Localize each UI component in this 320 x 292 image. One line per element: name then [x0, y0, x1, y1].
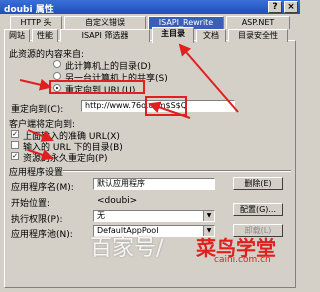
- checkbox-permanent-redirect[interactable]: ✓: [11, 152, 19, 160]
- remove-button[interactable]: 删除(E): [233, 177, 283, 190]
- tab-home-directory[interactable]: 主目录: [152, 27, 194, 43]
- highlight-redirect-radio: [49, 80, 145, 94]
- tab-directory-security[interactable]: 目录安全性: [228, 29, 288, 42]
- tab-website[interactable]: 网站: [4, 29, 30, 42]
- redirect-to-label: 重定向到(C):: [11, 105, 64, 115]
- configure-button[interactable]: 配置(G)...: [233, 203, 283, 216]
- app-settings-divider: [63, 170, 291, 172]
- app-name-label: 应用程序名(M):: [11, 183, 74, 193]
- chevron-down-icon[interactable]: ▼: [203, 211, 214, 221]
- watermark-baijiahao: 百家号/: [90, 236, 164, 261]
- tab-performance[interactable]: 性能: [32, 29, 58, 42]
- checkbox-permanent-redirect-label: 资源的永久重定向(P): [23, 154, 108, 164]
- radio-network-share[interactable]: [53, 72, 61, 80]
- app-name-input[interactable]: 默认应用程序: [93, 178, 215, 190]
- title-bar: doubi 属性 ? ×: [0, 0, 300, 15]
- start-position-label: 开始位置:: [11, 199, 51, 209]
- app-settings-label: 应用程序设置: [9, 168, 64, 178]
- execute-permissions-select[interactable]: 无 ▼: [93, 210, 215, 222]
- checkbox-directory-below[interactable]: [11, 141, 19, 149]
- execute-permissions-label: 执行权限(P):: [11, 215, 63, 225]
- radio-local-directory[interactable]: [53, 60, 61, 68]
- help-button[interactable]: ?: [268, 1, 282, 13]
- close-button[interactable]: ×: [284, 1, 298, 13]
- tab-http-headers[interactable]: HTTP 头: [10, 16, 62, 29]
- tab-custom-errors[interactable]: 自定义错误: [64, 16, 146, 29]
- checkbox-exact-url[interactable]: ✓: [11, 130, 19, 138]
- tab-isapi-filters[interactable]: ISAPI 筛选器: [60, 29, 150, 42]
- watermark-url: caini.com.cn: [214, 255, 271, 265]
- execute-permissions-value: 无: [97, 211, 105, 220]
- highlight-url-suffix: [145, 96, 187, 116]
- tab-aspnet[interactable]: ASP.NET: [226, 16, 290, 29]
- start-position-value: <doubi>: [97, 196, 138, 206]
- tab-documents[interactable]: 文档: [196, 29, 226, 42]
- window-title: doubi 属性: [4, 5, 54, 15]
- app-pool-label: 应用程序池(N):: [11, 230, 73, 240]
